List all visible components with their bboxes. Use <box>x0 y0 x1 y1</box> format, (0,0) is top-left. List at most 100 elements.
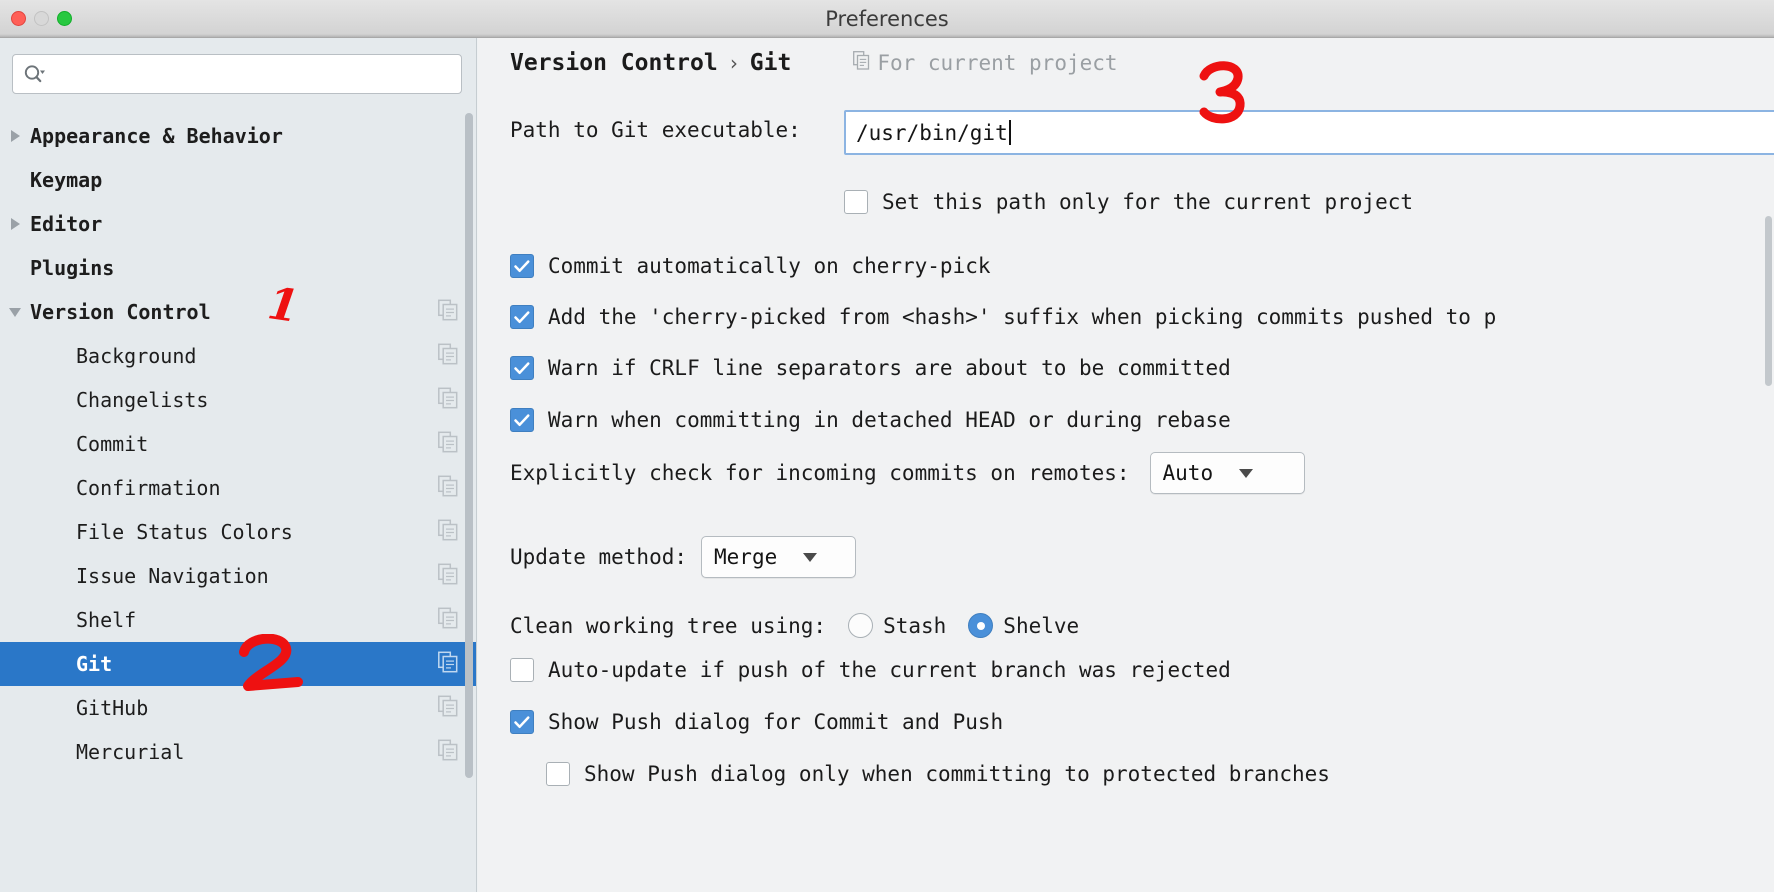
breadcrumb-parent[interactable]: Version Control <box>510 50 718 76</box>
path-to-git-row: Path to Git executable: <box>510 118 801 142</box>
auto-update-row[interactable]: Auto-update if push of the current branc… <box>510 658 1231 682</box>
checkbox-row[interactable]: Add the 'cherry-picked from <hash>' suff… <box>510 305 1496 329</box>
clean-working-tree-label: Clean working tree using: <box>510 613 827 638</box>
for-current-project-badge: For current project <box>853 51 1118 75</box>
sidebar-item-label: GitHub <box>76 696 149 720</box>
checkbox-row[interactable]: Warn if CRLF line separators are about t… <box>510 356 1231 380</box>
sidebar-item-confirmation[interactable]: Confirmation <box>0 466 476 510</box>
commit-automatically-label: Commit automatically on cherry-pick <box>548 254 991 278</box>
show-push-protected-row[interactable]: Show Push dialog only when committing to… <box>546 762 1330 786</box>
cherry-picked-suffix-checkbox[interactable] <box>510 305 534 329</box>
incoming-commits-label: Explicitly check for incoming commits on… <box>510 461 1130 485</box>
path-to-git-input[interactable]: /usr/bin/git <box>844 110 1774 155</box>
warn-crlf-label: Warn if CRLF line separators are about t… <box>548 356 1231 380</box>
path-to-git-value: /usr/bin/git <box>856 120 1008 145</box>
sidebar-item-label: Background <box>76 344 197 368</box>
chevron-down-icon[interactable] <box>0 307 30 317</box>
copy-icon <box>438 607 458 633</box>
radio-shelve-label: Shelve <box>1003 613 1080 638</box>
sidebar-item-label: Editor <box>30 212 103 236</box>
warn-detached-head-label: Warn when committing in detached HEAD or… <box>548 408 1231 432</box>
settings-content-pane: Version Control › Git For current projec… <box>478 38 1774 892</box>
sidebar-item-keymap[interactable]: Keymap <box>0 158 476 202</box>
breadcrumb-current: Git <box>749 50 792 76</box>
copy-icon <box>853 51 870 75</box>
sidebar-item-commit[interactable]: Commit <box>0 422 476 466</box>
search-icon <box>23 64 45 84</box>
content-scrollbar[interactable] <box>1765 216 1772 386</box>
copy-icon <box>438 299 458 325</box>
close-button[interactable] <box>11 11 26 26</box>
sidebar-item-label: Shelf <box>76 608 137 632</box>
show-push-checkbox[interactable] <box>510 710 534 734</box>
auto-update-checkbox[interactable] <box>510 658 534 682</box>
sidebar-item-label: Appearance & Behavior <box>30 124 283 148</box>
sidebar-item-file-status-colors[interactable]: File Status Colors <box>0 510 476 554</box>
sidebar-item-label: File Status Colors <box>76 520 293 544</box>
sidebar-item-background[interactable]: Background <box>0 334 476 378</box>
checkbox-row[interactable]: Warn when committing in detached HEAD or… <box>510 408 1231 432</box>
radio-shelve[interactable] <box>968 613 994 638</box>
window-title: Preferences <box>825 6 949 31</box>
search-input[interactable] <box>51 64 461 84</box>
set-path-only-row[interactable]: Set this path only for the current proje… <box>844 190 1413 214</box>
sidebar-item-label: Changelists <box>76 388 209 412</box>
update-method-select[interactable]: Merge <box>701 536 857 578</box>
copy-icon <box>438 475 458 501</box>
text-caret <box>1008 120 1011 145</box>
settings-sidebar: Appearance & Behavior Keymap Editor Plugins… <box>0 38 477 892</box>
sidebar-item-plugins[interactable]: Plugins <box>0 246 476 290</box>
sidebar-item-label: Issue Navigation <box>76 564 269 588</box>
checkbox-row[interactable]: Commit automatically on cherry-pick <box>510 254 991 278</box>
warn-crlf-checkbox[interactable] <box>510 356 534 380</box>
copy-icon <box>438 563 458 589</box>
sidebar-item-label: Keymap <box>30 168 103 192</box>
show-push-protected-label: Show Push dialog only when committing to… <box>584 762 1330 786</box>
copy-icon <box>438 651 458 677</box>
breadcrumb-separator: › <box>727 51 740 75</box>
show-push-protected-checkbox[interactable] <box>546 762 570 786</box>
incoming-commits-row: Explicitly check for incoming commits on… <box>510 452 1305 494</box>
zoom-button[interactable] <box>57 11 72 26</box>
chevron-right-icon[interactable] <box>0 130 30 142</box>
update-method-label: Update method: <box>510 545 688 569</box>
sidebar-item-label: Confirmation <box>76 476 221 500</box>
commit-automatically-checkbox[interactable] <box>510 254 534 278</box>
minimize-button[interactable] <box>34 11 49 26</box>
update-method-value: Merge <box>714 545 778 569</box>
incoming-commits-select[interactable]: Auto <box>1149 452 1305 494</box>
auto-update-label: Auto-update if push of the current branc… <box>548 658 1231 682</box>
update-method-row: Update method: Merge <box>510 536 857 578</box>
chevron-down-icon <box>803 552 818 562</box>
sidebar-item-shelf[interactable]: Shelf <box>0 598 476 642</box>
sidebar-item-mercurial[interactable]: Mercurial <box>0 730 476 774</box>
sidebar-item-version-control[interactable]: Version Control <box>0 290 476 334</box>
chevron-right-icon[interactable] <box>0 218 30 230</box>
sidebar-item-issue-navigation[interactable]: Issue Navigation <box>0 554 476 598</box>
sidebar-item-label: Mercurial <box>76 740 185 764</box>
set-path-only-checkbox[interactable] <box>844 190 868 214</box>
radio-stash[interactable] <box>848 613 874 638</box>
set-path-only-label: Set this path only for the current proje… <box>882 190 1414 214</box>
sidebar-item-git[interactable]: Git <box>0 642 476 686</box>
warn-detached-head-checkbox[interactable] <box>510 408 534 432</box>
clean-working-tree-row: Clean working tree using: Stash Shelve <box>510 613 1079 638</box>
sidebar-item-changelists[interactable]: Changelists <box>0 378 476 422</box>
sidebar-item-editor[interactable]: Editor <box>0 202 476 246</box>
copy-icon <box>438 739 458 765</box>
sidebar-item-appearance-behavior[interactable]: Appearance & Behavior <box>0 114 476 158</box>
copy-icon <box>438 695 458 721</box>
traffic-light-group <box>11 11 72 26</box>
sidebar-item-label: Git <box>76 652 113 676</box>
copy-icon <box>438 519 458 545</box>
copy-icon <box>438 343 458 369</box>
sidebar-item-label: Commit <box>76 432 149 456</box>
show-push-row[interactable]: Show Push dialog for Commit and Push <box>510 710 1003 734</box>
sidebar-item-github[interactable]: GitHub <box>0 686 476 730</box>
copy-icon <box>438 387 458 413</box>
sidebar-search-box[interactable] <box>12 54 462 94</box>
sidebar-scrollbar[interactable] <box>465 113 473 778</box>
breadcrumb: Version Control › Git For current projec… <box>510 50 1118 76</box>
cherry-picked-suffix-label: Add the 'cherry-picked from <hash>' suff… <box>548 305 1497 329</box>
preferences-window: Preferences Appearance & Behavior Keymap E… <box>0 0 1774 892</box>
